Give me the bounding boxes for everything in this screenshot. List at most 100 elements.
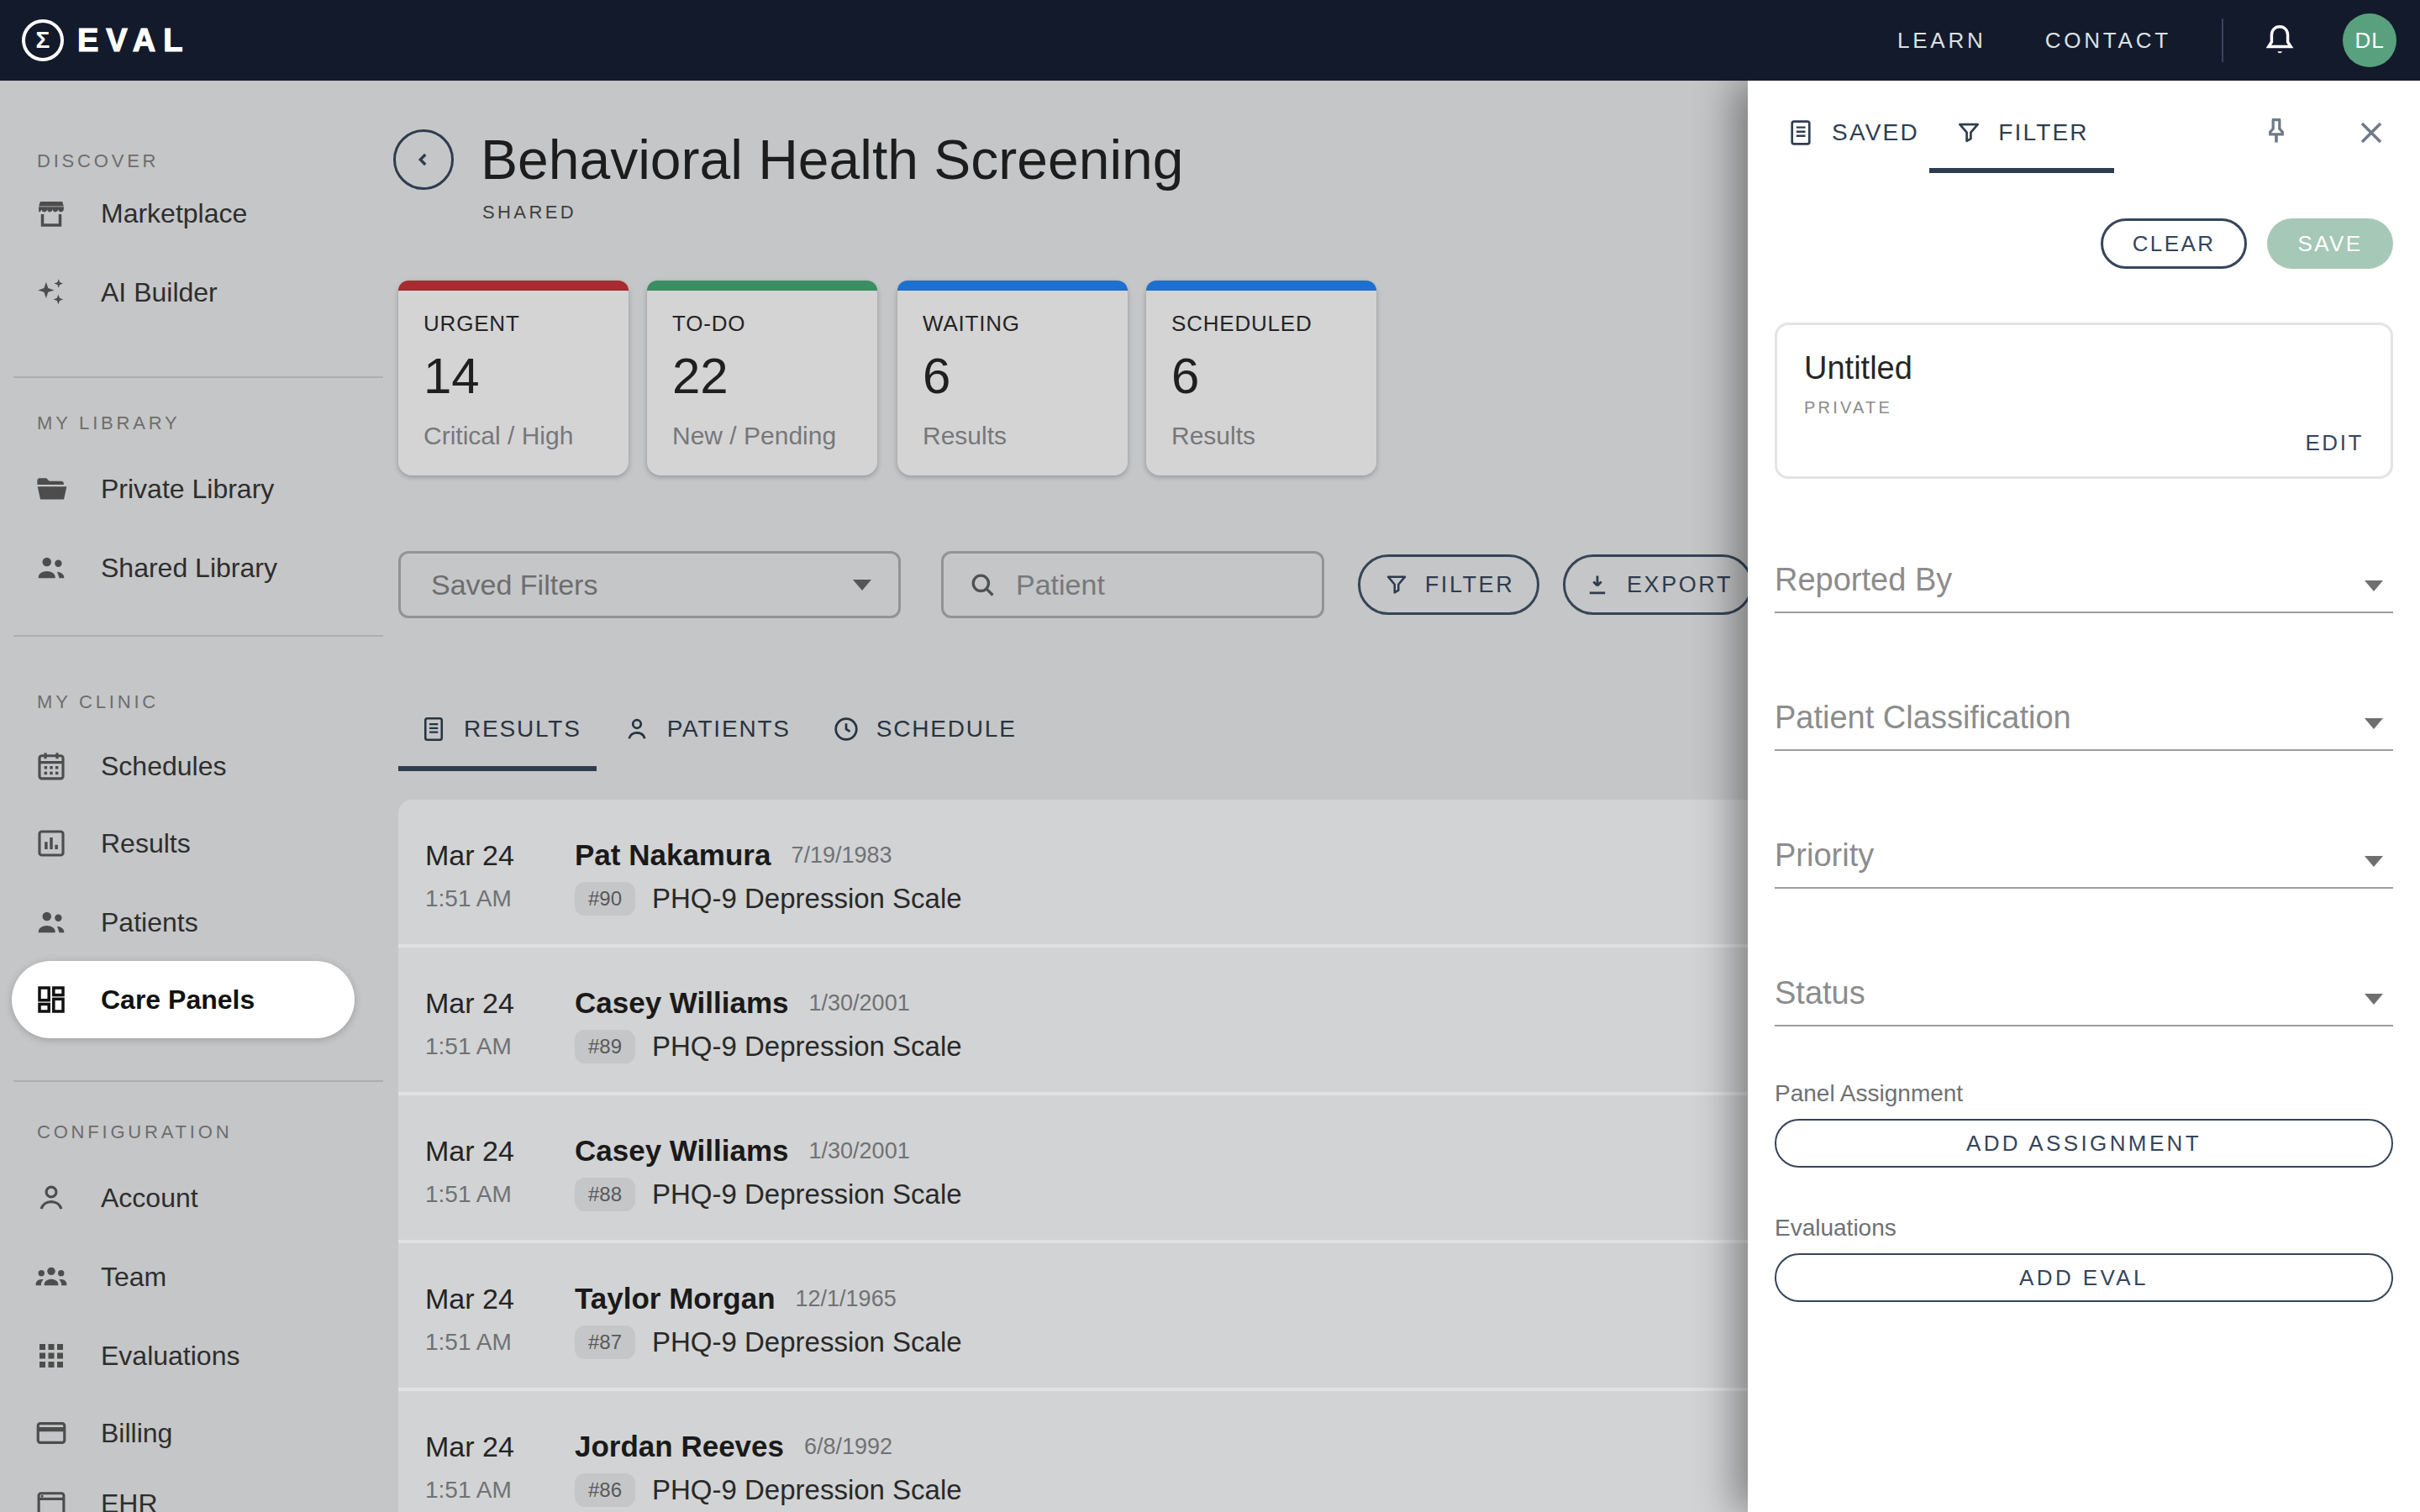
brand-name: EVAL [77,23,191,59]
stat-color-bar [398,281,629,291]
tab-patients[interactable]: PATIENTS [602,696,811,763]
filter-button[interactable]: FILTER [1358,554,1539,615]
stat-sublabel: Results [1171,422,1376,450]
sidebar-item-evaluations[interactable]: Evaluations [0,1327,398,1384]
user-avatar[interactable]: DL [2343,13,2396,67]
sidebar-section-my-clinic: MY CLINIC [37,691,159,713]
edit-button[interactable]: EDIT [2305,430,2364,456]
sidebar-item-billing[interactable]: Billing [0,1404,398,1462]
result-number-badge: #88 [575,1178,635,1211]
stat-color-bar [647,281,877,291]
sidebar-item-marketplace[interactable]: Marketplace [0,185,398,242]
reported-by-select[interactable]: Reported By [1775,556,2393,613]
saved-filter-card: Untitled PRIVATE EDIT [1775,323,2393,479]
close-icon[interactable] [2353,114,2390,151]
credit-card-icon [34,1415,69,1451]
sparkles-icon [34,275,69,310]
chevron-down-icon [2365,718,2383,729]
clear-button[interactable]: CLEAR [2101,218,2247,269]
chevron-down-icon [2365,580,2383,591]
sidebar-item-team[interactable]: Team [0,1248,398,1305]
search-placeholder: Patient [1016,569,1105,601]
notifications-bell-icon[interactable] [2260,21,2299,60]
stat-value: 6 [1171,347,1376,405]
chevron-down-icon [853,580,871,591]
drawer-active-tab-indicator [1929,168,2114,173]
filter-drawer: SAVED FILTER CLEAR SAVE Untitled PRIVATE… [1748,81,2420,1512]
save-button[interactable]: SAVE [2267,218,2393,269]
patient-search-input[interactable]: Patient [941,551,1324,618]
person-icon [34,1180,69,1215]
stat-card-waiting[interactable]: WAITING 6 Results [897,281,1128,475]
sidebar-item-results[interactable]: Results [0,815,398,872]
brand-logo[interactable]: Σ EVAL [22,19,191,61]
pin-icon[interactable] [2257,114,2296,153]
sidebar-item-care-panels[interactable]: Care Panels [12,961,355,1038]
stat-card-todo[interactable]: TO-DO 22 New / Pending [647,281,877,475]
sidebar-divider [13,376,383,378]
stat-value: 6 [923,347,1128,405]
sidebar-item-schedules[interactable]: Schedules [0,738,398,795]
people-icon [34,905,69,940]
drawer-tab-saved[interactable]: SAVED [1775,97,1929,168]
shared-badge: SHARED [482,202,576,223]
sidebar-item-label: Evaluations [101,1341,239,1372]
add-eval-button[interactable]: ADD EVAL [1775,1253,2393,1302]
stat-color-bar [897,281,1128,291]
result-number-badge: #89 [575,1030,635,1063]
export-button[interactable]: EXPORT [1563,554,1753,615]
chevron-down-icon [2365,856,2383,867]
sidebar-item-label: Care Panels [101,984,255,1016]
dashboard-icon [34,982,69,1017]
learn-link[interactable]: LEARN [1897,28,1986,54]
sidebar-item-label: Account [101,1183,198,1214]
sidebar-divider [13,635,383,637]
sidebar-section-configuration: CONFIGURATION [37,1121,232,1143]
sidebar-item-private-library[interactable]: Private Library [0,460,398,517]
sidebar-item-patients[interactable]: Patients [0,894,398,951]
stat-sublabel: Results [923,422,1128,450]
stat-value: 22 [672,347,877,405]
saved-filters-select[interactable]: Saved Filters [398,551,901,618]
sidebar-item-account[interactable]: Account [0,1169,398,1226]
sidebar-item-label: AI Builder [101,277,218,308]
sigma-logo-icon: Σ [22,19,64,61]
stat-card-urgent[interactable]: URGENT 14 Critical / High [398,281,629,475]
filter-visibility: PRIVATE [1804,398,2364,417]
result-number-badge: #87 [575,1326,635,1359]
sidebar-item-ehr[interactable]: EHR [0,1475,398,1512]
result-number-badge: #90 [575,882,635,916]
contact-link[interactable]: CONTACT [2045,28,2171,54]
active-tab-indicator [398,766,597,771]
bar-chart-icon [34,826,69,861]
tab-schedule[interactable]: SCHEDULE [811,696,1037,763]
chevron-down-icon [2365,994,2383,1005]
calendar-icon [34,748,69,784]
tab-results[interactable]: RESULTS [398,696,602,763]
sidebar-item-label: EHR [101,1488,158,1512]
sidebar-item-label: Shared Library [101,553,277,584]
sidebar-item-label: Marketplace [101,198,247,229]
browser-window-icon [34,1486,69,1512]
sidebar-navigation: DISCOVER Marketplace AI Builder MY LIBRA… [0,81,398,1512]
stat-value: 14 [424,347,629,405]
patient-classification-select[interactable]: Patient Classification [1775,694,2393,751]
sidebar-item-label: Results [101,828,191,859]
folder-open-icon [34,471,69,507]
sidebar-item-label: Billing [101,1418,172,1449]
sidebar-item-ai-builder[interactable]: AI Builder [0,264,398,321]
people-icon [34,550,69,585]
stat-sublabel: New / Pending [672,422,877,450]
sidebar-item-shared-library[interactable]: Shared Library [0,539,398,596]
drawer-tab-filter[interactable]: FILTER [1929,97,2114,168]
status-select[interactable]: Status [1775,969,2393,1026]
sidebar-item-label: Private Library [101,474,274,505]
stat-card-scheduled[interactable]: SCHEDULED 6 Results [1146,281,1376,475]
back-button[interactable] [393,129,454,190]
sidebar-section-discover: DISCOVER [37,150,159,172]
add-assignment-button[interactable]: ADD ASSIGNMENT [1775,1119,2393,1168]
sidebar-item-label: Team [101,1262,166,1293]
priority-select[interactable]: Priority [1775,832,2393,889]
apps-grid-icon [34,1338,69,1373]
page-title: Behavioral Health Screening [481,126,1184,193]
